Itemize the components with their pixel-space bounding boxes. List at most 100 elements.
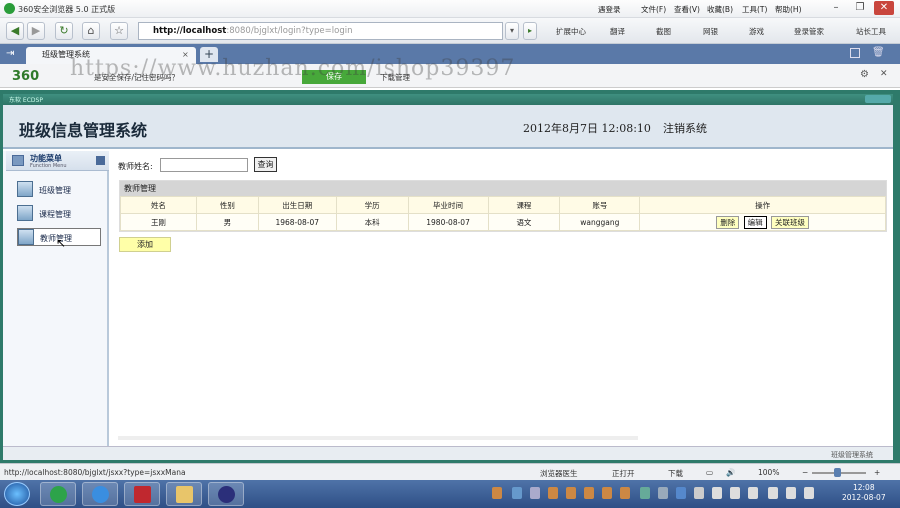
menu-favorites[interactable]: 收藏(B) [707,4,733,15]
settings-gear-icon[interactable]: ⚙ [860,69,869,80]
tray-icon[interactable] [676,487,686,499]
tray-icon[interactable] [620,487,630,499]
sidebar-toggle-icon[interactable]: ⇥ [6,48,14,59]
menu-tools[interactable]: 工具(T) [742,4,767,15]
current-datetime: 2012年8月7日 12:08:10 [523,122,651,135]
teacher-table-panel: 教师管理 姓名 性别 出生日期 学历 毕业时间 课程 账号 操作 王刚 男 19… [119,180,887,232]
sidebar-item-course-management[interactable]: 课程管理 [17,205,101,223]
menu-view[interactable]: 查看(V) [674,4,700,15]
taskbar-clock[interactable]: 12:08 2012-08-07 [842,483,886,503]
tray-icon[interactable] [786,487,796,499]
taskbar-explorer[interactable] [166,482,202,506]
forward-arrow-icon[interactable]: ▶ [27,22,45,40]
refresh-icon[interactable]: ↻ [55,22,73,40]
tool-login-manager[interactable]: 登录管家 [794,26,824,37]
browser-360-icon [50,486,67,503]
delete-button[interactable]: 删除 [716,215,740,229]
trash-icon[interactable]: 🗑 [872,47,885,58]
menu-file[interactable]: 文件(F) [641,4,666,15]
url-host: http://localhost [153,26,227,36]
teacher-icon [18,229,34,245]
opening-indicator[interactable]: 正打开 [612,468,635,479]
window-mode-icon[interactable] [850,48,860,58]
back-arrow-icon[interactable]: ◀ [6,22,24,40]
sidebar-item-label: 班级管理 [39,186,71,195]
tray-icon[interactable] [640,487,650,499]
zoom-in-icon[interactable]: + [874,468,880,477]
function-menu-sidebar: 功能菜单 Function Menu 班级管理 课程管理 教师管理 [3,151,109,446]
link-class-button[interactable]: 关联班级 [771,215,810,229]
footer-text: 班级管理系统 [831,451,873,459]
zoom-out-icon[interactable]: − [802,468,808,477]
url-dropdown-icon[interactable]: ▾ [505,22,519,40]
monitor-icon[interactable]: ▭ [706,468,713,477]
tray-icon[interactable] [748,487,758,499]
app-caption: 东软 ECDSP [9,97,43,104]
tray-icon[interactable] [694,487,704,499]
taskbar-360-browser[interactable] [40,482,76,506]
taskbar-eclipse[interactable] [208,482,244,506]
close-icon[interactable]: ✕ [874,1,894,15]
taskbar-app-red[interactable] [124,482,160,506]
horizontal-scrollbar[interactable] [118,436,638,440]
tool-translate[interactable]: 翻译 [610,26,625,37]
taskbar-ie[interactable] [82,482,118,506]
app-red-icon [134,486,151,503]
windows-taskbar: 12:08 2012-08-07 [0,480,900,508]
main-content: 教师姓名: 查询 教师管理 姓名 性别 出生日期 学历 毕业时间 课程 账号 操… [112,151,892,446]
menu-login[interactable]: 遇登录 [598,4,621,15]
home-icon[interactable]: ⌂ [82,22,100,40]
url-input[interactable]: http://localhost:8080/bjglxt/login?type=… [138,22,503,40]
table-header-row: 姓名 性别 出生日期 学历 毕业时间 课程 账号 操作 [120,196,886,214]
tray-icon[interactable] [584,487,594,499]
tray-icon[interactable] [548,487,558,499]
speaker-icon[interactable]: 🔊 [726,468,735,477]
query-button[interactable]: 查询 [254,157,277,172]
tray-icon[interactable] [712,487,722,499]
restore-icon[interactable]: ❐ [850,1,870,15]
downloads-link[interactable]: 下载 [668,468,683,479]
tool-bank[interactable]: 网银 [703,26,718,37]
favorite-star-icon[interactable]: ☆ [110,22,128,40]
tool-webmaster[interactable]: 站长工具 [856,26,886,37]
tool-extensions[interactable]: 扩展中心 [556,26,586,37]
collapse-menu-icon[interactable] [96,156,105,165]
app-window-controls[interactable] [865,95,891,103]
volume-icon[interactable] [804,487,814,499]
tool-games[interactable]: 游戏 [749,26,764,37]
tray-icon[interactable] [512,487,522,499]
zoom-slider-knob[interactable] [834,468,841,477]
start-button-icon[interactable] [4,482,30,506]
url-path: :8080/bjglxt/login?type=login [226,26,353,36]
class-icon [17,181,33,197]
tool-screenshot[interactable]: 截图 [656,26,671,37]
column-header: 性别 [195,196,259,214]
cell-gender: 男 [195,213,259,231]
menu-header: 功能菜单 Function Menu [6,151,109,171]
tray-icon[interactable] [566,487,576,499]
tray-icon[interactable] [602,487,612,499]
cell-course: 语文 [487,213,561,231]
course-icon [17,205,33,221]
minimize-icon[interactable]: – [826,1,846,15]
edit-button[interactable]: 编辑 [743,215,767,229]
teacher-name-input[interactable] [160,158,248,172]
close-bar-icon[interactable]: ✕ [880,69,888,79]
ie-icon [92,486,109,503]
go-arrow-icon[interactable]: ▸ [523,22,537,40]
tray-icon[interactable] [768,487,778,499]
tray-icon[interactable] [492,487,502,499]
tray-icon[interactable] [658,487,668,499]
browser-status-bar: http://localhost:8080/bjglxt/jsxx?type=j… [0,463,900,480]
menu-help[interactable]: 帮助(H) [775,4,802,15]
column-header: 学历 [335,196,409,214]
zoom-level[interactable]: 100% [758,468,779,477]
clock-date: 2012-08-07 [842,493,886,502]
tray-icon[interactable] [730,487,740,499]
tray-icon[interactable] [530,487,540,499]
sidebar-item-class-management[interactable]: 班级管理 [17,181,101,199]
column-header: 操作 [639,196,886,214]
browser-doctor-link[interactable]: 浏览器医生 [540,468,578,479]
add-teacher-button[interactable]: 添加 [119,237,171,252]
logout-link[interactable]: 注销系统 [663,120,707,136]
